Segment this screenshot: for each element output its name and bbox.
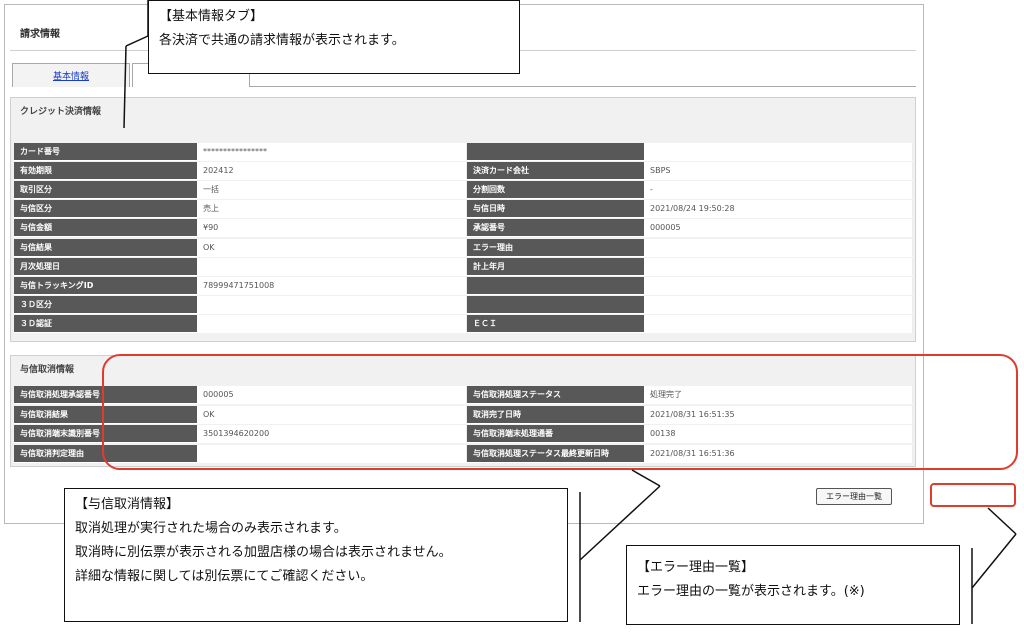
- callout-void-line: 詳細な情報に関しては別伝票にてご確認ください。: [75, 569, 374, 584]
- callout-void-line: 取消処理が実行された場合のみ表示されます。: [75, 521, 347, 536]
- callout-basic-line: 各決済で共通の請求情報が表示されます。: [159, 33, 405, 48]
- callout-error-line: エラー理由の一覧が表示されます。(※): [637, 584, 865, 599]
- callout-error-title: 【エラー理由一覧】: [637, 560, 755, 575]
- callout-void-line: 取消時に別伝票が表示される加盟店様の場合は表示されません。: [75, 545, 452, 560]
- callout-void-title: 【与信取消情報】: [75, 497, 180, 512]
- callout-basic-info: 【基本情報タブ】 各決済で共通の請求情報が表示されます。: [148, 0, 520, 74]
- callout-error-list: 【エラー理由一覧】 エラー理由の一覧が表示されます。(※): [626, 545, 960, 625]
- callout-auth-void: 【与信取消情報】 取消処理が実行された場合のみ表示されます。 取消時に別伝票が表…: [64, 488, 568, 622]
- callout-basic-title: 【基本情報タブ】: [159, 9, 264, 24]
